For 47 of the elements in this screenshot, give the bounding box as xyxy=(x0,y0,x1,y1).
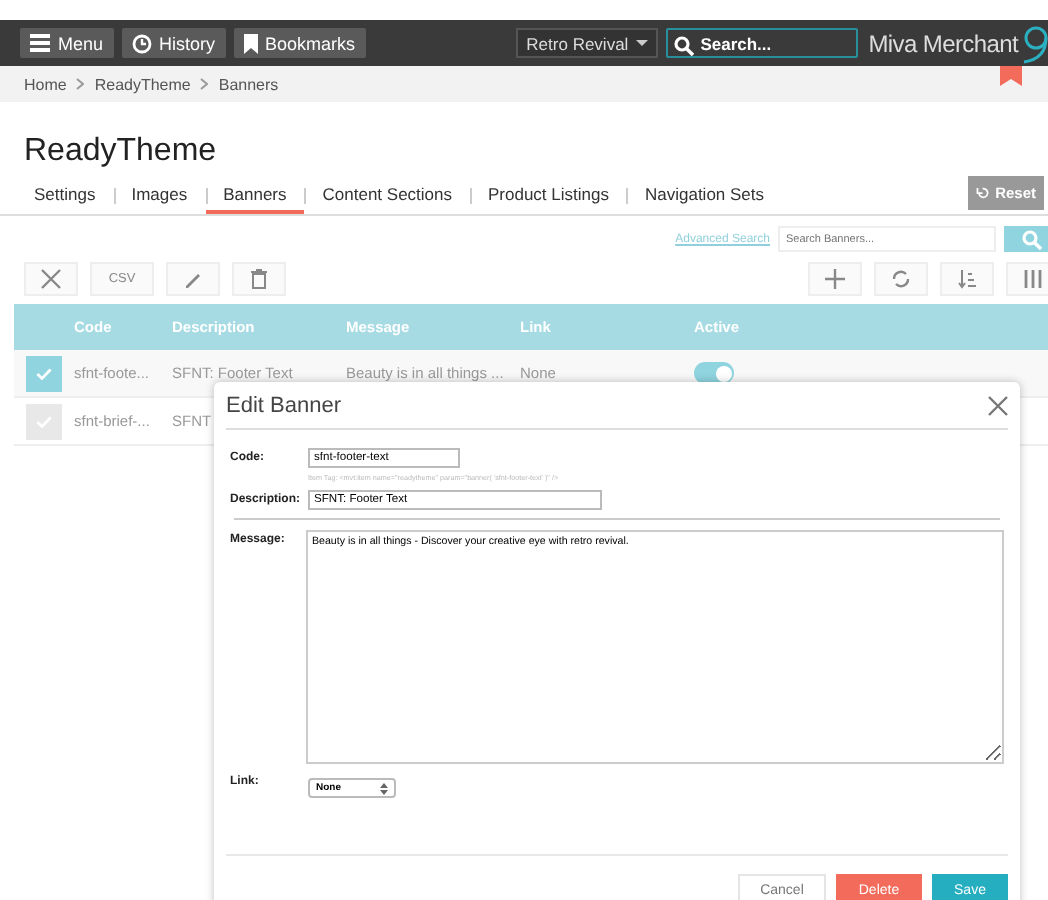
chevron-icon xyxy=(76,78,85,90)
active-toggle[interactable] xyxy=(694,362,734,384)
undo-icon xyxy=(976,183,990,201)
toolbar-button[interactable] xyxy=(808,262,862,296)
chevron-icon xyxy=(200,78,209,90)
toolbar-button[interactable] xyxy=(1006,262,1048,296)
logo-text: Miva Merchant xyxy=(868,29,1018,57)
tab[interactable]: Settings xyxy=(16,178,114,214)
nav-button[interactable]: History xyxy=(121,28,226,58)
trash-icon xyxy=(248,268,270,290)
tab[interactable]: Banners xyxy=(205,178,305,214)
bookmark-icon xyxy=(243,33,258,53)
search-icon xyxy=(674,36,695,56)
breadcrumb-link[interactable]: Banners xyxy=(218,75,279,93)
page-title: ReadyTheme xyxy=(22,132,219,170)
toolbar-button[interactable] xyxy=(940,262,994,296)
toolbar-button[interactable] xyxy=(166,262,220,296)
logo-swirl-icon xyxy=(1020,23,1048,63)
columns-icon xyxy=(1022,268,1044,290)
store-dropdown[interactable]: Retro Revival xyxy=(516,28,659,58)
toolbar-button[interactable] xyxy=(874,262,928,296)
close-button[interactable] xyxy=(988,395,1008,415)
refresh-icon xyxy=(890,268,912,290)
toolbar-button[interactable] xyxy=(232,262,286,296)
close-icon xyxy=(40,268,62,290)
search-field[interactable]: Search... xyxy=(666,28,859,58)
nav-button[interactable]: Menu xyxy=(20,28,114,58)
clock-icon xyxy=(131,33,152,53)
close-icon xyxy=(988,395,1008,415)
tab[interactable]: Product Listings xyxy=(470,178,627,214)
toolbar-button[interactable] xyxy=(24,262,78,296)
row-checkbox[interactable] xyxy=(26,355,62,391)
tab[interactable]: Navigation Sets xyxy=(626,178,783,214)
tab[interactable]: Content Sections xyxy=(304,178,470,214)
caret-icon xyxy=(636,39,649,47)
nav-button[interactable]: Bookmarks xyxy=(233,28,366,58)
dialog-title: Edit Banner xyxy=(226,393,341,417)
breadcrumb-link[interactable]: ReadyTheme xyxy=(94,75,191,93)
plus-icon xyxy=(824,268,846,290)
sort-icon xyxy=(956,268,978,290)
menu-icon xyxy=(30,34,50,52)
updown-icon xyxy=(380,781,388,795)
check-icon xyxy=(36,367,52,379)
search-icon xyxy=(1022,229,1042,249)
tab[interactable]: Images xyxy=(113,178,206,214)
breadcrumb-link[interactable]: Home xyxy=(24,75,67,93)
pencil-icon xyxy=(182,268,204,290)
